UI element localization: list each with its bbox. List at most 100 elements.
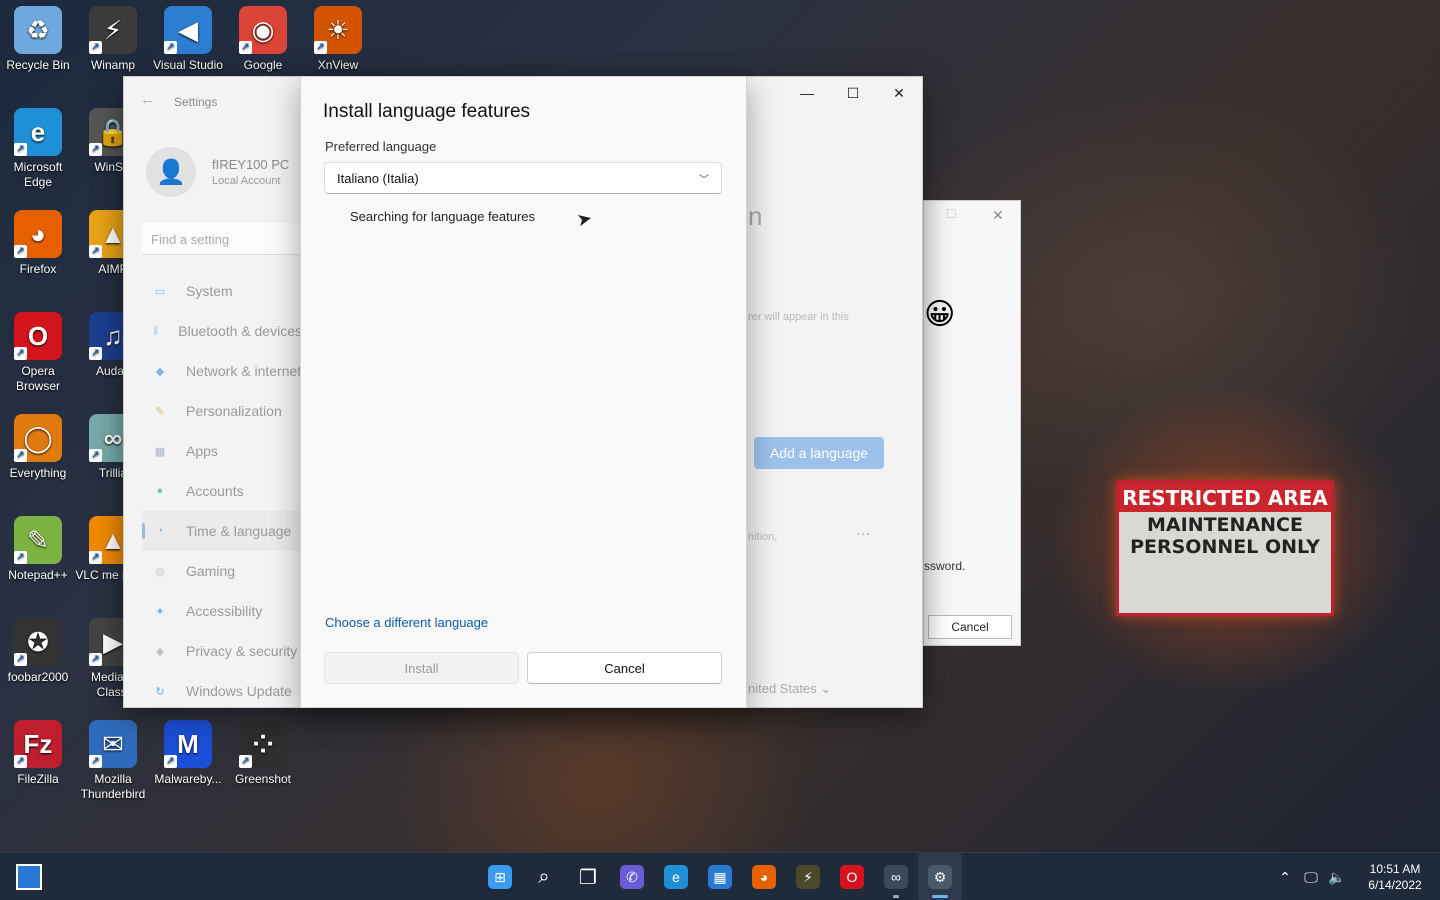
taskbar-search-button[interactable]: ⌕ bbox=[522, 853, 566, 900]
sidebar-item[interactable]: ◔ Time & language bbox=[142, 511, 302, 551]
nav-icon: ✦ bbox=[155, 605, 165, 618]
taskbar-chat-button[interactable]: ✆ bbox=[610, 853, 654, 900]
desktop-icon-label: Opera Browser bbox=[15, 364, 60, 393]
sidebar-item-label: Personalization bbox=[186, 403, 282, 419]
app-icon: ⚡ ↗ bbox=[89, 6, 137, 54]
sidebar-item[interactable]: ◈ Privacy & security bbox=[142, 631, 302, 671]
desktop-icon[interactable]: Fz ↗ FileZilla bbox=[0, 714, 76, 787]
settings-sidebar: ← Settings 👤 fIREY100 PC Local Account F… bbox=[124, 77, 302, 707]
desktop-icon-label: Firefox bbox=[19, 262, 57, 276]
taskbar-start-button[interactable]: ⊞ bbox=[478, 853, 522, 900]
wallpaper-sign: RESTRICTED AREA MAINTENANCE PERSONNEL ON… bbox=[1116, 480, 1334, 616]
sidebar-item-label: Network & internet bbox=[186, 363, 302, 379]
clock-date: 6/14/2022 bbox=[1368, 878, 1422, 892]
taskbar-task-view-button[interactable]: ❐ bbox=[566, 853, 610, 900]
add-language-button[interactable]: Add a language bbox=[754, 437, 884, 469]
minimize-icon[interactable]: — bbox=[784, 77, 830, 109]
shortcut-arrow-icon: ↗ bbox=[89, 551, 102, 564]
sidebar-item[interactable]: ◎ Gaming bbox=[142, 551, 302, 591]
shortcut-arrow-icon: ↗ bbox=[239, 41, 252, 54]
desktop-icon[interactable]: ◯ ↗ Everything bbox=[0, 408, 76, 481]
desktop-icon[interactable]: ◀ ↗ Visual Studio bbox=[150, 0, 226, 73]
desktop-icon[interactable]: e ↗ Microsoft Edge bbox=[0, 102, 76, 190]
desktop-icon-label: foobar2000 bbox=[7, 670, 69, 684]
find-setting-input[interactable]: Find a setting bbox=[142, 223, 302, 255]
app-icon: ☀ ↗ bbox=[314, 6, 362, 54]
region-dropdown[interactable]: nited States ⌄ bbox=[748, 681, 831, 697]
choose-different-language-link[interactable]: Choose a different language bbox=[325, 615, 488, 630]
sidebar-item[interactable]: ▦ Apps bbox=[142, 431, 302, 471]
volume-icon[interactable]: 🔈 bbox=[1324, 869, 1350, 886]
preferred-language-dropdown[interactable]: Italiano (Italia) ﹀ bbox=[324, 162, 722, 194]
desktop-icon-label: Google bbox=[243, 58, 283, 72]
app-icon: ◯ ↗ bbox=[14, 414, 62, 462]
taskbar-winamp-button[interactable]: ⚡ bbox=[786, 853, 830, 900]
chevron-up-icon[interactable]: ⌃ bbox=[1272, 869, 1298, 886]
nav-icon: ✎ bbox=[155, 405, 165, 418]
desktop-icon[interactable]: ✉ ↗ Mozilla Thunderbird bbox=[75, 714, 151, 802]
cancel-button[interactable]: Cancel bbox=[527, 652, 722, 684]
widgets-icon[interactable] bbox=[16, 864, 42, 890]
settings-nav: ▭ System ᛒ Bluetooth & devices ◆ Network & in… bbox=[142, 271, 302, 711]
desktop-icon[interactable]: ✪ ↗ foobar2000 bbox=[0, 612, 76, 685]
shortcut-arrow-icon: ↗ bbox=[14, 245, 27, 258]
settings-icon: ⚙ bbox=[928, 865, 952, 889]
install-button[interactable]: Install bbox=[324, 652, 519, 684]
clock[interactable]: 10:51 AM 6/14/2022 bbox=[1350, 861, 1440, 893]
back-arrow-icon[interactable]: ← bbox=[140, 91, 155, 108]
account-card[interactable]: 👤 fIREY100 PC Local Account bbox=[146, 147, 289, 197]
sidebar-item-label: Gaming bbox=[186, 563, 236, 579]
close-icon[interactable]: ✕ bbox=[876, 77, 922, 109]
taskbar-store-button[interactable]: ▦ bbox=[698, 853, 742, 900]
sidebar-item[interactable]: ◆ Network & internet bbox=[142, 351, 302, 391]
chevron-down-icon: ⌄ bbox=[820, 681, 832, 696]
sign-bottom-text: MAINTENANCE PERSONNEL ONLY bbox=[1130, 514, 1320, 558]
shortcut-arrow-icon: ↗ bbox=[314, 41, 327, 54]
nav-icon: ᛒ bbox=[152, 325, 160, 337]
sidebar-item[interactable]: ● Accounts bbox=[142, 471, 302, 511]
shortcut-arrow-icon: ↗ bbox=[14, 449, 27, 462]
maximize-icon[interactable]: ☐ bbox=[830, 77, 876, 109]
desktop-icon[interactable]: ⁘ ↗ Greenshot bbox=[225, 714, 301, 787]
taskbar-edge-button[interactable]: e bbox=[654, 853, 698, 900]
background-cancel-button[interactable]: Cancel bbox=[928, 615, 1012, 639]
taskbar-firefox-button[interactable]: ◕ bbox=[742, 853, 786, 900]
sidebar-item-label: Bluetooth & devices bbox=[178, 323, 302, 339]
shortcut-arrow-icon: ↗ bbox=[89, 143, 102, 156]
edge-icon: e bbox=[664, 865, 688, 889]
sidebar-item[interactable]: ᛒ Bluetooth & devices bbox=[142, 311, 302, 351]
desktop-icon[interactable]: ◉ ↗ Google bbox=[225, 0, 301, 73]
messenger-emoji-icon: 😀 bbox=[924, 298, 956, 331]
app-icon: M ↗ bbox=[164, 720, 212, 768]
desktop-icon-label: Notepad++ bbox=[8, 568, 68, 582]
taskbar-opera-button[interactable]: O bbox=[830, 853, 874, 900]
desktop-icon-label: Everything bbox=[9, 466, 67, 480]
sidebar-item[interactable]: ✎ Personalization bbox=[142, 391, 302, 431]
account-name: fIREY100 PC bbox=[212, 157, 290, 172]
opera-icon: O bbox=[840, 865, 864, 889]
desktop-icon[interactable]: ♻ Recycle Bin bbox=[0, 0, 76, 73]
desktop-icon[interactable]: ⚡ ↗ Winamp bbox=[75, 0, 151, 73]
preferred-language-label: Preferred language bbox=[325, 139, 437, 154]
app-icon: Fz ↗ bbox=[14, 720, 62, 768]
taskbar-settings-button[interactable]: ⚙ bbox=[918, 853, 962, 900]
desktop-icon[interactable]: ☀ ↗ XnView bbox=[300, 0, 376, 73]
sidebar-item[interactable]: ↻ Windows Update bbox=[142, 671, 302, 711]
sidebar-item[interactable]: ▭ System bbox=[142, 271, 302, 311]
network-icon[interactable]: 🖵 bbox=[1298, 869, 1324, 886]
background-dialog-text: ssword. bbox=[924, 559, 966, 573]
desktop-icon[interactable]: ✎ ↗ Notepad++ bbox=[0, 510, 76, 583]
more-options-icon[interactable]: ··· bbox=[856, 525, 870, 541]
sidebar-item[interactable]: ✦ Accessibility bbox=[142, 591, 302, 631]
desktop-icon[interactable]: ◕ ↗ Firefox bbox=[0, 204, 76, 277]
close-icon[interactable]: ✕ bbox=[992, 207, 1004, 224]
taskbar-trillian-button[interactable]: ∞ bbox=[874, 853, 918, 900]
desktop-icon[interactable]: O ↗ Opera Browser bbox=[0, 306, 76, 394]
hint-text-2: nition, bbox=[748, 531, 778, 543]
nav-icon: ● bbox=[156, 485, 164, 497]
desktop-icon[interactable]: M ↗ Malwareby... bbox=[150, 714, 226, 787]
shortcut-arrow-icon: ↗ bbox=[164, 755, 177, 768]
nav-icon: ◎ bbox=[155, 565, 165, 578]
sign-top-text: RESTRICTED AREA bbox=[1119, 483, 1331, 512]
nav-icon: ◆ bbox=[155, 365, 165, 378]
